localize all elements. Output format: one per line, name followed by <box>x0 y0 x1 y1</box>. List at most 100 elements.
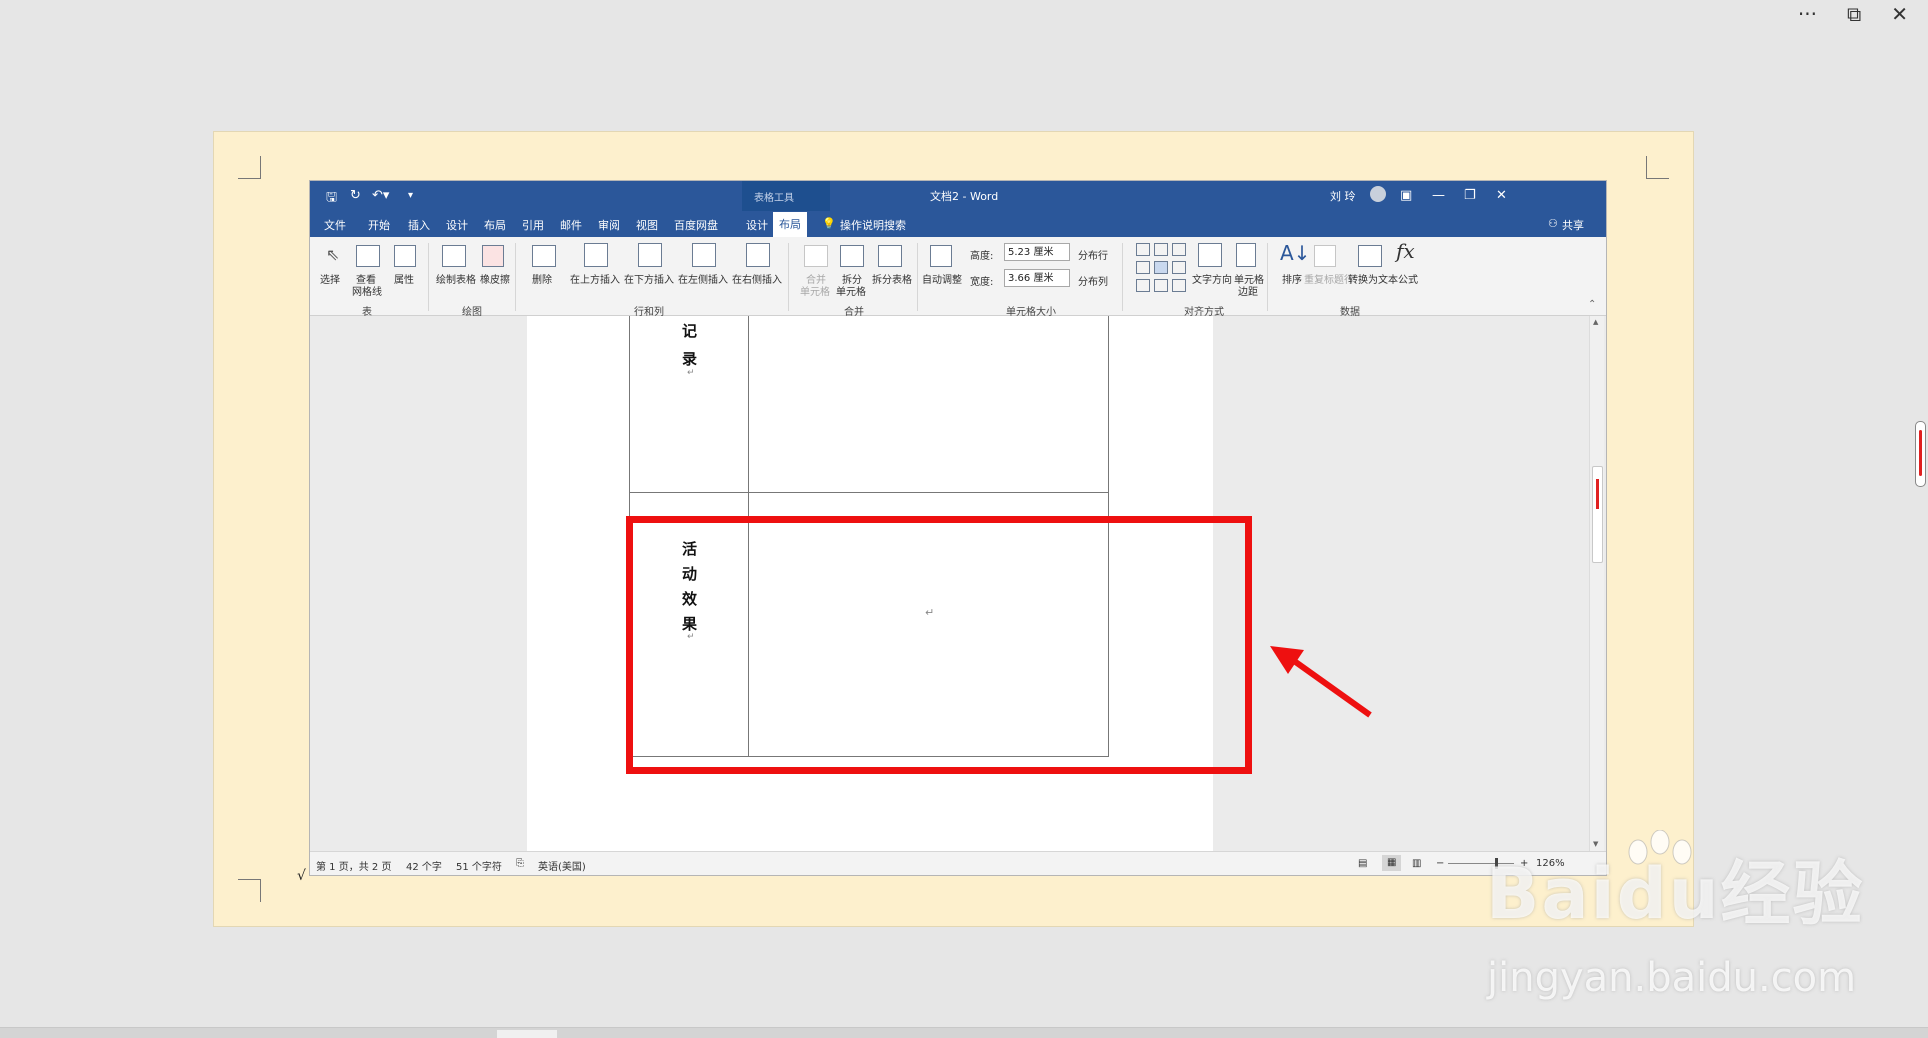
align-top-center[interactable] <box>1154 243 1168 256</box>
language-indicator[interactable]: 英语(美国) <box>538 858 586 873</box>
close-icon[interactable]: ✕ <box>1891 4 1908 24</box>
insert-right-button[interactable]: 在右侧插入 <box>732 271 782 286</box>
lightbulb-icon: 💡 <box>822 217 836 230</box>
collapse-ribbon-icon[interactable]: ⌃ <box>1588 299 1596 310</box>
save-icon[interactable]: 🖫 <box>326 188 337 210</box>
tell-me-search[interactable]: 操作说明搜索 <box>840 217 906 233</box>
redo-icon[interactable]: ↻ <box>350 188 361 203</box>
width-spinner[interactable]: 3.66 厘米 <box>1004 269 1070 287</box>
title-bar: 🖫 ↻ ↶▾ ▾ 文档2 - Word 刘 玲 ▣ — ❐ ✕ <box>310 181 1606 211</box>
window-close-icon[interactable]: ✕ <box>1496 188 1507 203</box>
undo-icon[interactable]: ↶▾ <box>372 188 389 203</box>
view-gridlines-2[interactable]: 网格线 <box>352 283 382 298</box>
gridlines-icon <box>356 245 380 267</box>
paragraph-mark: ↵ <box>687 368 695 378</box>
watermark-url: jingyan.baidu.com <box>1487 955 1857 1001</box>
cursor-icon: ⇖ <box>326 245 340 264</box>
group-separator <box>1267 243 1268 311</box>
restore-icon[interactable]: ❐ <box>1464 188 1476 203</box>
properties-icon <box>394 245 416 267</box>
bottom-bar-thumb[interactable] <box>497 1030 557 1038</box>
split-table-button[interactable]: 拆分表格 <box>872 271 912 286</box>
group-separator <box>788 243 789 311</box>
more-horizontal-icon[interactable]: ··· <box>1798 4 1817 24</box>
highlight-box <box>626 516 1252 774</box>
align-middle-center[interactable] <box>1154 261 1168 274</box>
align-bottom-center[interactable] <box>1154 279 1168 292</box>
tab-insert[interactable]: 插入 <box>408 217 430 233</box>
autofit-button[interactable]: 自动调整 <box>922 271 962 286</box>
align-top-left[interactable] <box>1136 243 1150 256</box>
scroll-up-icon[interactable]: ▲ <box>1593 318 1598 326</box>
insert-right-icon <box>746 243 770 267</box>
proofing-icon[interactable]: ⎘ <box>516 858 524 869</box>
convert-to-text-button[interactable]: 转换为文本 <box>1348 271 1398 286</box>
read-mode-icon[interactable]: ▤ <box>1358 858 1367 869</box>
tab-references[interactable]: 引用 <box>522 217 544 233</box>
align-bottom-left[interactable] <box>1136 279 1150 292</box>
tab-table-layout[interactable]: 布局 <box>773 212 807 237</box>
tab-file[interactable]: 文件 <box>324 217 346 233</box>
char-count[interactable]: 51 个字符 <box>456 858 502 873</box>
share-icon[interactable]: ⚇ <box>1548 217 1558 230</box>
align-top-right[interactable] <box>1172 243 1186 256</box>
tab-layout[interactable]: 布局 <box>484 217 506 233</box>
crop-mark-tl <box>238 156 261 179</box>
text-direction-button[interactable]: 文字方向 <box>1192 271 1232 286</box>
formula-icon: fx <box>1396 239 1415 263</box>
web-layout-icon[interactable]: ▥ <box>1412 858 1421 869</box>
tab-design[interactable]: 设计 <box>446 217 468 233</box>
scroll-handle-indicator <box>1919 430 1922 476</box>
delete-button[interactable]: 删除 <box>532 271 552 286</box>
cell-margins-2[interactable]: 边距 <box>1238 283 1258 298</box>
convert-to-text-icon <box>1358 245 1382 267</box>
merge-cells-2[interactable]: 单元格 <box>800 283 830 298</box>
split-cells-2[interactable]: 单元格 <box>836 283 866 298</box>
split-cells-icon <box>840 245 864 267</box>
ribbon-options-icon[interactable]: ▣ <box>1400 188 1412 203</box>
insert-left-button[interactable]: 在左侧插入 <box>678 271 728 286</box>
side-scroll-handle[interactable] <box>1915 421 1926 487</box>
minimize-icon[interactable]: — <box>1432 188 1445 203</box>
tab-table-design[interactable]: 设计 <box>746 217 768 233</box>
insert-above-button[interactable]: 在上方插入 <box>570 271 620 286</box>
tab-mailings[interactable]: 邮件 <box>560 217 582 233</box>
properties-button[interactable]: 属性 <box>394 271 414 286</box>
bottom-bar <box>0 1027 1928 1038</box>
page-count[interactable]: 第 1 页，共 2 页 <box>316 858 391 873</box>
select-button[interactable]: 选择 <box>320 271 340 286</box>
print-layout-icon[interactable]: ▦ <box>1382 855 1402 871</box>
share-button[interactable]: 共享 <box>1562 217 1584 233</box>
height-spinner[interactable]: 5.23 厘米 <box>1004 243 1070 261</box>
draw-table-button[interactable]: 绘制表格 <box>436 271 476 286</box>
vertical-scrollbar[interactable]: ▲ ▼ <box>1589 316 1604 851</box>
distribute-columns-button[interactable]: 分布列 <box>1078 273 1108 288</box>
window-title: 文档2 - Word <box>930 190 999 203</box>
formula-button[interactable]: 公式 <box>1398 271 1418 286</box>
tab-review[interactable]: 审阅 <box>598 217 620 233</box>
align-middle-right[interactable] <box>1172 261 1186 274</box>
group-separator <box>515 243 516 311</box>
align-middle-left[interactable] <box>1136 261 1150 274</box>
insert-below-button[interactable]: 在下方插入 <box>624 271 674 286</box>
insert-below-icon <box>638 243 662 267</box>
sort-button[interactable]: 排序 <box>1282 271 1302 286</box>
customize-qat-icon[interactable]: ▾ <box>408 190 413 201</box>
repeat-header-button[interactable]: 重复标题行 <box>1304 271 1354 286</box>
zoom-out-icon[interactable]: − <box>1436 858 1444 869</box>
eraser-button[interactable]: 橡皮擦 <box>480 271 510 286</box>
viewer-controls: ··· ⧉ ✕ <box>1798 4 1908 24</box>
align-bottom-right[interactable] <box>1172 279 1186 292</box>
tab-home[interactable]: 开始 <box>368 217 390 233</box>
pip-icon[interactable]: ⧉ <box>1847 4 1861 24</box>
word-count[interactable]: 42 个字 <box>406 858 442 873</box>
user-name: 刘 玲 <box>1330 190 1356 203</box>
distribute-rows-button[interactable]: 分布行 <box>1078 247 1108 262</box>
arrow-shaft <box>1288 655 1372 718</box>
alignment-grid <box>1136 243 1188 293</box>
scrollbar-thumb[interactable] <box>1592 466 1603 563</box>
tab-baidu-netdisk[interactable]: 百度网盘 <box>674 217 718 233</box>
tab-view[interactable]: 视图 <box>636 217 658 233</box>
avatar[interactable] <box>1370 186 1386 202</box>
autofit-icon <box>930 245 952 267</box>
